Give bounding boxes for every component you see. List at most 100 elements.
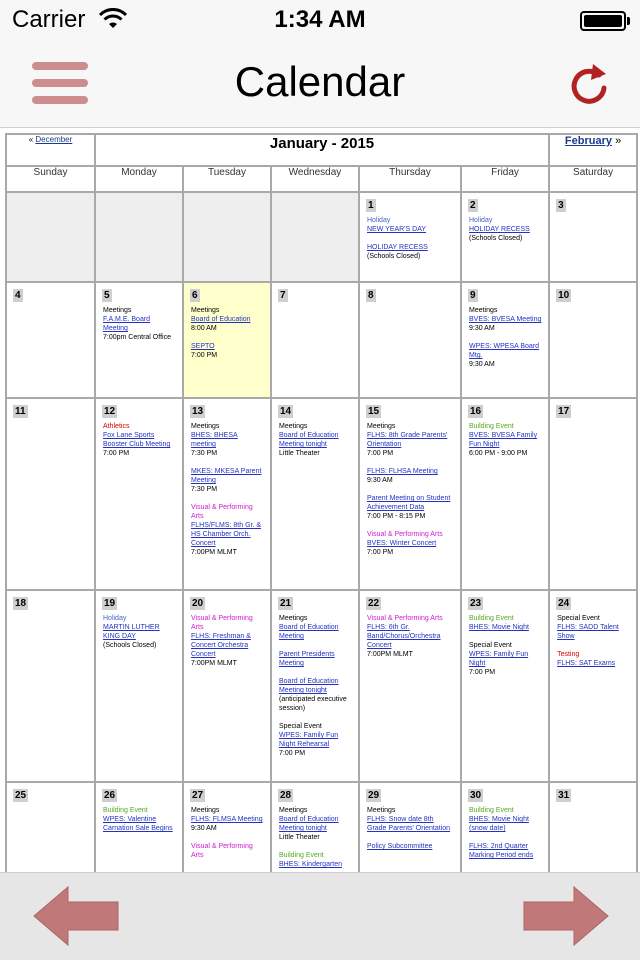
day-cell-13[interactable]: 13 Meetings BHES: BHESA meeting 7:30 PM MKES… [184, 399, 270, 589]
event-link[interactable]: Parent Meeting on Student Achievement Da… [367, 494, 454, 512]
event-link[interactable]: BVES: BVESA Family Fun Night [469, 431, 542, 449]
event-link[interactable]: BHES: Kindergarten [279, 860, 352, 869]
event-link[interactable]: WPES: WPESA Board Mtg. [469, 342, 542, 360]
calendar-event: Parent Meeting on Student Achievement Da… [367, 494, 454, 521]
prev-month-link[interactable]: December [35, 135, 72, 144]
day-cell-8[interactable]: 8 [360, 283, 460, 397]
day-cell-30[interactable]: 30 Building Event BHES: Movie Night (snow … [462, 783, 549, 872]
day-cell-12[interactable]: 12 Athletics Fox Lane Sports Booster Club … [96, 399, 182, 589]
day-cell-31[interactable]: 31 [550, 783, 637, 872]
event-link[interactable]: Board of Education Meeting [279, 623, 352, 641]
calendar-event: HOLIDAY RECESS (Schools Closed) [367, 243, 454, 261]
day-number: 8 [366, 289, 376, 302]
day-cell-23[interactable]: 23 Building Event BHES: Movie Night Special… [462, 591, 549, 781]
event-link[interactable]: Fox Lane Sports Booster Club Meeting [103, 431, 176, 449]
month-title: January - 2015 [96, 135, 549, 165]
status-bar: Carrier 1:34 AM [0, 0, 640, 40]
event-link[interactable]: FLHS/FLMS: 8th Gr. & HS Chamber Orch. Co… [191, 521, 264, 548]
event-link[interactable]: HOLIDAY RECESS [469, 225, 542, 234]
day-cell-3[interactable]: 3 [550, 193, 637, 281]
day-cell-18[interactable]: 18 [7, 591, 94, 781]
event-link[interactable]: MARTIN LUTHER KING DAY [103, 623, 176, 641]
day-cell-15[interactable]: 15 Meetings FLHS: 8th Grade Parents' Orien… [360, 399, 460, 589]
event-category: Visual & Performing Arts [367, 615, 443, 622]
day-cell-1[interactable]: 1 Holiday NEW YEAR'S DAY HOLIDAY RECESS (Sch… [360, 193, 460, 281]
day-number: 30 [468, 789, 484, 802]
day-number: 16 [468, 405, 484, 418]
event-link[interactable]: F.A.M.E. Board Meeting [103, 315, 176, 333]
bottom-toolbar [0, 872, 640, 960]
day-number: 10 [556, 289, 572, 302]
event-link[interactable]: WPES: Family Fun Night Rehearsal [279, 731, 352, 749]
event-link[interactable]: BHES: BHESA meeting [191, 431, 264, 449]
event-link[interactable]: FLHS: FLHSA Meeting [367, 467, 454, 476]
event-detail: 9:30 AM [469, 325, 495, 332]
event-link[interactable]: WPES: Family Fun Night [469, 650, 542, 668]
day-cell-29[interactable]: 29 Meetings FLHS: Snow date 8th Grade Pare… [360, 783, 460, 872]
day-cell-20[interactable]: 20 Visual & Performing Arts FLHS: Freshman… [184, 591, 270, 781]
event-link[interactable]: BHES: Movie Night [469, 623, 542, 632]
event-link[interactable]: WPES: Valentine Carnation Sale Begins [103, 815, 176, 833]
day-cell-28[interactable]: 28 Meetings Board of Education Meeting ton… [272, 783, 358, 872]
event-category: Athletics [103, 423, 130, 430]
next-month-link[interactable]: February [565, 135, 612, 147]
day-cell-19[interactable]: 19 Holiday MARTIN LUTHER KING DAY (Schools … [96, 591, 182, 781]
day-cell-27[interactable]: 27 Meetings FLHS: FLMSA Meeting 9:30 AM Visu… [184, 783, 270, 872]
event-link[interactable]: FLHS: FLMSA Meeting [191, 815, 264, 824]
event-link[interactable]: Policy Subcommittee [367, 842, 454, 851]
day-cell-16[interactable]: 16 Building Event BVES: BVESA Family Fun N… [462, 399, 549, 589]
event-link[interactable]: BVES: Winter Concert [367, 539, 454, 548]
event-link[interactable]: Board of Education Meeting tonight [279, 677, 352, 695]
day-cell-21[interactable]: 21 Meetings Board of Education Meeting Pare… [272, 591, 358, 781]
day-cell-25[interactable]: 25 [7, 783, 94, 872]
event-link[interactable]: HOLIDAY RECESS [367, 243, 454, 252]
event-detail: 9:30 AM [469, 361, 495, 368]
day-cell-24[interactable]: 24 Special Event FLHS: SADD Talent Show Tes… [550, 591, 637, 781]
event-link[interactable]: SEPTO [191, 342, 264, 351]
event-link[interactable]: Parent Presidents Meeting [279, 650, 352, 668]
event-category: Visual & Performing Arts [191, 504, 253, 520]
event-link[interactable]: FLHS: SADD Talent Show [557, 623, 630, 641]
calendar-view[interactable]: « December January - 2015 February » Sun… [0, 128, 640, 872]
calendar-event: Visual & Performing Arts FLHS: 6th Gr. Ba… [367, 614, 454, 659]
day-cell-9[interactable]: 9 Meetings BVES: BVESA Meeting 9:30 AM WPES:… [462, 283, 549, 397]
day-cell-11[interactable]: 11 [7, 399, 94, 589]
weekday-thursday: Thursday [360, 167, 460, 191]
event-link[interactable]: MKES: MKESA Parent Meeting [191, 467, 264, 485]
day-cell-10[interactable]: 10 [550, 283, 637, 397]
event-link[interactable]: FLHS: 8th Grade Parents' Orientation [367, 431, 454, 449]
arrow-right-icon[interactable] [522, 885, 610, 947]
event-category: Building Event [469, 423, 514, 430]
event-detail: (Schools Closed) [103, 642, 157, 649]
event-link[interactable]: Board of Education Meeting tonight [279, 431, 352, 449]
arrow-left-icon[interactable] [32, 885, 120, 947]
event-link[interactable]: FLHS: Snow date 8th Grade Parents' Orien… [367, 815, 454, 833]
day-number: 12 [102, 405, 118, 418]
event-link[interactable]: Board of Education Meeting tonight [279, 815, 352, 833]
event-link[interactable]: FLHS: 2nd Quarter Marking Period ends [469, 842, 542, 860]
day-cell-22[interactable]: 22 Visual & Performing Arts FLHS: 6th Gr. … [360, 591, 460, 781]
day-cell-26[interactable]: 26 Building Event WPES: Valentine Carnatio… [96, 783, 182, 872]
event-link[interactable]: BHES: Movie Night (snow date) [469, 815, 542, 833]
event-category: Building Event [469, 807, 514, 814]
day-cell-7[interactable]: 7 [272, 283, 358, 397]
event-link[interactable]: Board of Education [191, 315, 264, 324]
day-cell-2[interactable]: 2 Holiday HOLIDAY RECESS (Schools Closed) [462, 193, 549, 281]
event-link[interactable]: FLHS: Freshman & Concert Orchestra Conce… [191, 632, 264, 659]
event-link[interactable]: NEW YEAR'S DAY [367, 225, 454, 234]
calendar-event: Meetings Board of Education Meeting tonig… [279, 422, 352, 458]
day-cell-17[interactable]: 17 [550, 399, 637, 589]
day-number: 9 [468, 289, 478, 302]
weekday-wednesday: Wednesday [272, 167, 358, 191]
calendar-event: Visual & Performing Arts BVES: Winter Con… [367, 530, 454, 557]
day-cell-14[interactable]: 14 Meetings Board of Education Meeting ton… [272, 399, 358, 589]
day-cell-6[interactable]: 6 Meetings Board of Education 8:00 AM SEPTO 7… [184, 283, 270, 397]
day-cell-4[interactable]: 4 [7, 283, 94, 397]
event-detail: 7:00 PM [367, 549, 394, 556]
day-cell-5[interactable]: 5 Meetings F.A.M.E. Board Meeting 7:00pm Ce… [96, 283, 182, 397]
event-link[interactable]: FLHS: 6th Gr. Band/Chorus/Orchestra Conc… [367, 623, 454, 650]
event-link[interactable]: BVES: BVESA Meeting [469, 315, 542, 324]
refresh-icon[interactable] [566, 58, 612, 110]
event-link[interactable]: FLHS: SAT Exams [557, 659, 630, 668]
event-category: Visual & Performing Arts [191, 843, 253, 859]
